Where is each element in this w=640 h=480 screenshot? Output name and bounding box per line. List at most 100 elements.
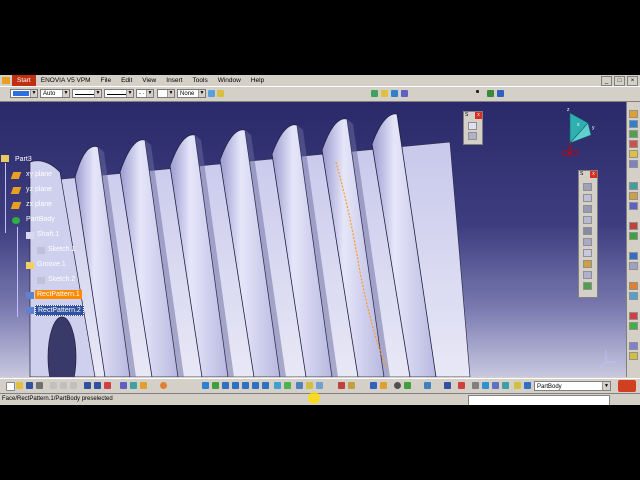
- hide-show-icon[interactable]: [306, 382, 313, 389]
- tree-sketch-2[interactable]: Sketch.2: [46, 275, 77, 284]
- menu-view[interactable]: View: [137, 75, 161, 86]
- properties-icon[interactable]: [217, 90, 224, 97]
- scan-icon[interactable]: [444, 382, 451, 389]
- rotation-icon[interactable]: [629, 192, 638, 200]
- tree-rectpattern-2[interactable]: RectPattern.2: [35, 305, 84, 316]
- sketcher-tool-icon[interactable]: [468, 122, 477, 130]
- fly-mode-icon[interactable]: [202, 382, 209, 389]
- boolean-icon[interactable]: [629, 282, 638, 290]
- tree-zx-plane[interactable]: zx plane: [24, 200, 54, 209]
- paste-icon[interactable]: [70, 382, 77, 389]
- whats-this-icon[interactable]: [104, 382, 111, 389]
- table-icon[interactable]: [401, 90, 408, 97]
- point-icon[interactable]: [476, 90, 479, 93]
- tree-groove[interactable]: Groove.1: [35, 260, 68, 269]
- output-feature-icon[interactable]: [404, 382, 411, 389]
- groove-tool-icon[interactable]: [583, 216, 592, 224]
- line-icon[interactable]: [487, 90, 494, 97]
- print-icon[interactable]: [36, 382, 43, 389]
- normal-view-icon[interactable]: [262, 382, 269, 389]
- insert-body-icon[interactable]: [514, 382, 521, 389]
- tree-yz-plane[interactable]: yz plane: [24, 185, 54, 194]
- menu-start[interactable]: Start: [12, 75, 36, 86]
- fillet-icon[interactable]: [629, 110, 638, 118]
- swap-visible-space-icon[interactable]: [316, 382, 323, 389]
- thread-icon[interactable]: [629, 160, 638, 168]
- loft-icon[interactable]: [583, 271, 592, 279]
- threaded-part-model[interactable]: [0, 102, 640, 377]
- points-icon[interactable]: [482, 382, 489, 389]
- close-icon[interactable]: x: [475, 112, 482, 119]
- ruler-icon[interactable]: [472, 382, 479, 389]
- hole-icon[interactable]: [583, 227, 592, 235]
- zoom-out-icon[interactable]: [252, 382, 259, 389]
- tree-xy-plane[interactable]: xy plane: [24, 170, 54, 179]
- current-body-combo[interactable]: PartBody ▼: [534, 381, 611, 391]
- multi-view-icon[interactable]: [274, 382, 281, 389]
- redo-icon[interactable]: [94, 382, 101, 389]
- rib-icon[interactable]: [583, 238, 592, 246]
- stiffener-icon[interactable]: [583, 260, 592, 268]
- command-input[interactable]: [468, 395, 610, 405]
- assemble-icon[interactable]: [629, 292, 638, 300]
- 3d-viewport[interactable]: z y x Part3 xy plane yz plane zx plane P…: [0, 102, 640, 377]
- measure-between-icon[interactable]: [338, 382, 345, 389]
- cut-icon[interactable]: [50, 382, 57, 389]
- catalog-browser-icon[interactable]: [370, 382, 377, 389]
- scaling-icon[interactable]: [629, 252, 638, 260]
- pattern-icon[interactable]: [629, 232, 638, 240]
- fit-all-icon[interactable]: [212, 382, 219, 389]
- new-icon[interactable]: [6, 382, 15, 391]
- line-type-combo[interactable]: ▼: [72, 89, 102, 98]
- isometric-view-icon[interactable]: [284, 382, 291, 389]
- define-in-work-object-icon[interactable]: [458, 382, 465, 389]
- apply-material-icon[interactable]: [629, 322, 638, 330]
- shaft-tool-icon[interactable]: [583, 205, 592, 213]
- tree-partbody[interactable]: PartBody: [24, 215, 57, 224]
- measure-item-icon[interactable]: [348, 382, 355, 389]
- tree-root[interactable]: Part3: [13, 155, 34, 164]
- pad-icon[interactable]: [583, 183, 592, 191]
- catalog-icon[interactable]: [391, 90, 398, 97]
- undo-icon[interactable]: [84, 382, 91, 389]
- sketch-analysis-icon[interactable]: [140, 382, 147, 389]
- axis-system-icon[interactable]: [130, 382, 137, 389]
- pocket-icon[interactable]: [583, 194, 592, 202]
- annotation-icon[interactable]: [629, 352, 638, 360]
- point-symbol-combo[interactable]: - · ▼: [136, 89, 154, 98]
- copy-icon[interactable]: [60, 382, 67, 389]
- compass-icon[interactable]: z y x: [555, 105, 595, 160]
- sketch-positioned-icon[interactable]: [468, 132, 477, 140]
- rendering-style-combo[interactable]: ▼: [157, 89, 175, 98]
- knowledge-icon[interactable]: [371, 90, 378, 97]
- close-icon[interactable]: x: [590, 171, 597, 178]
- update-icon[interactable]: [120, 382, 127, 389]
- instantiate-icon[interactable]: [424, 382, 431, 389]
- menu-window[interactable]: Window: [213, 75, 246, 86]
- pan-icon[interactable]: [222, 382, 229, 389]
- tree-sketch-1[interactable]: Sketch.1: [46, 245, 77, 254]
- formula-icon[interactable]: [381, 90, 388, 97]
- close-button[interactable]: ×: [627, 75, 638, 86]
- shell-icon[interactable]: [629, 140, 638, 148]
- format-painter-icon[interactable]: [208, 90, 215, 97]
- line-thickness-combo[interactable]: ▼: [104, 89, 134, 98]
- split-icon[interactable]: [629, 262, 638, 270]
- measure-icon[interactable]: [629, 312, 638, 320]
- lines-icon[interactable]: [492, 382, 499, 389]
- menu-insert[interactable]: Insert: [161, 75, 187, 86]
- thickness-icon[interactable]: [629, 150, 638, 158]
- sphere-icon[interactable]: [394, 382, 401, 389]
- planes-icon[interactable]: [502, 382, 509, 389]
- rotate-icon[interactable]: [232, 382, 239, 389]
- tree-shaft[interactable]: Shaft.1: [35, 230, 61, 239]
- slot-icon[interactable]: [583, 249, 592, 257]
- zoom-in-icon[interactable]: [242, 382, 249, 389]
- menu-edit[interactable]: Edit: [116, 75, 137, 86]
- shading-icon[interactable]: [296, 382, 303, 389]
- translation-icon[interactable]: [629, 182, 638, 190]
- menu-enovia[interactable]: ENOVIA V5 VPM: [36, 75, 96, 86]
- draft-icon[interactable]: [629, 130, 638, 138]
- open-icon[interactable]: [16, 382, 23, 389]
- fill-color-combo[interactable]: ▼: [10, 89, 38, 98]
